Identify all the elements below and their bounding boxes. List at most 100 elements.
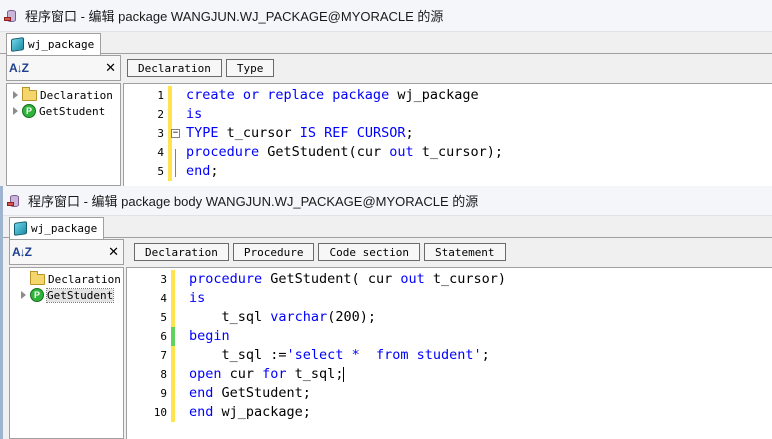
code-editor[interactable]: 1 create or replace package wj_package 2 is… xyxy=(123,83,772,186)
code-text: end; xyxy=(186,162,219,181)
expand-arrow-icon[interactable] xyxy=(12,91,19,99)
line-number: 3 xyxy=(160,273,167,286)
window-titlebar[interactable]: 程序窗口 - 编辑 package body WANGJUN.WJ_PACKAG… xyxy=(3,186,772,216)
code-line[interactable]: 1 create or replace package wj_package xyxy=(124,86,772,105)
keyword-token: is xyxy=(189,290,206,306)
statement-button[interactable]: Statement xyxy=(423,243,506,261)
tree-item-declaration[interactable]: Declaration xyxy=(10,270,123,287)
tab-label: wj_package xyxy=(31,222,98,235)
tree-item-label: Declaration xyxy=(48,272,121,286)
line-number: 8 xyxy=(160,368,167,381)
sort-az-icon[interactable]: A↓Z xyxy=(9,61,29,75)
package-body-window: 程序窗口 - 编辑 package body WANGJUN.WJ_PACKAG… xyxy=(0,186,772,439)
keyword-token: 'select * from student' xyxy=(286,347,482,363)
procedure-button[interactable]: Procedure xyxy=(232,243,315,261)
object-browser: A↓Z ✕ Declaration P GetStudent xyxy=(6,55,121,186)
code-line[interactable]: 9 end GetStudent; xyxy=(127,384,772,403)
code-token: ; xyxy=(481,347,490,363)
tab-strip: wj_package xyxy=(0,32,772,55)
expand-arrow-icon[interactable] xyxy=(20,291,27,299)
sort-az-icon[interactable]: A↓Z xyxy=(12,245,32,259)
close-icon[interactable]: ✕ xyxy=(108,245,119,260)
fold-toggle-icon[interactable]: − xyxy=(171,129,180,138)
change-marker xyxy=(171,327,175,346)
expand-arrow-icon[interactable] xyxy=(12,107,19,115)
code-line[interactable]: 10 end wj_package; xyxy=(127,403,772,422)
code-token: cur xyxy=(221,366,263,382)
code-token: GetStudent; xyxy=(213,385,311,401)
object-tree: Declaration P GetStudent xyxy=(6,83,121,186)
code-text: t_sql varchar(200); xyxy=(189,308,376,327)
tab-wj-package[interactable]: wj_package xyxy=(9,217,105,239)
code-token: t_sql; xyxy=(286,366,344,382)
code-line[interactable]: 6 begin xyxy=(127,327,772,346)
package-spec-window: 程序窗口 - 编辑 package WANGJUN.WJ_PACKAGE@MYO… xyxy=(0,0,772,186)
keyword-token: out xyxy=(400,271,425,287)
folder-icon xyxy=(30,270,45,285)
code-editor-pane: Declaration Procedure Code section State… xyxy=(126,239,772,439)
code-line[interactable]: 3− TYPE t_cursor IS REF CURSOR; xyxy=(124,124,772,143)
code-token: t_sql := xyxy=(189,347,287,363)
code-line[interactable]: 8 open cur for t_sql; xyxy=(127,365,772,384)
code-token: t_sql xyxy=(189,309,271,325)
code-text: end GetStudent; xyxy=(189,384,311,403)
declaration-button[interactable]: Declaration xyxy=(134,243,229,261)
code-token: GetStudent(cur xyxy=(259,144,390,160)
code-line[interactable]: 5 end; xyxy=(124,162,772,181)
tab-strip: wj_package xyxy=(3,216,772,239)
line-number: 1 xyxy=(157,89,164,102)
code-token: (200); xyxy=(327,309,376,325)
declaration-button[interactable]: Declaration xyxy=(127,59,222,77)
code-text: open cur for t_sql; xyxy=(189,365,345,384)
object-browser: A↓Z ✕ Declaration P GetStudent xyxy=(9,239,124,439)
keyword-token: end xyxy=(189,385,214,401)
code-editor-pane: Declaration Type 1 create or replace pack… xyxy=(123,55,772,186)
code-text: procedure GetStudent( cur out t_cursor) xyxy=(189,270,506,289)
code-text: end wj_package; xyxy=(189,403,311,422)
tab-label: wj_package xyxy=(28,38,95,51)
package-icon xyxy=(14,221,27,236)
change-marker xyxy=(168,86,172,105)
tree-item-label: GetStudent xyxy=(45,287,115,303)
window-title: 程序窗口 - 编辑 package body WANGJUN.WJ_PACKAG… xyxy=(28,194,479,209)
keyword-token: procedure xyxy=(189,271,263,287)
change-marker xyxy=(171,403,175,422)
window-title: 程序窗口 - 编辑 package WANGJUN.WJ_PACKAGE@MYO… xyxy=(25,9,444,24)
program-window-icon xyxy=(7,193,23,209)
code-line[interactable]: 3 procedure GetStudent( cur out t_cursor) xyxy=(127,270,772,289)
line-number: 5 xyxy=(160,311,167,324)
code-editor[interactable]: 3 procedure GetStudent( cur out t_cursor)… xyxy=(126,267,772,439)
tree-item-getstudent[interactable]: P GetStudent xyxy=(10,287,123,303)
line-number: 2 xyxy=(157,108,164,121)
type-button[interactable]: Type xyxy=(225,59,275,77)
change-marker xyxy=(171,289,175,308)
tree-item-declaration[interactable]: Declaration xyxy=(7,86,120,103)
change-marker xyxy=(171,365,175,384)
code-token: ; xyxy=(405,125,414,141)
tab-wj-package[interactable]: wj_package xyxy=(6,33,102,55)
change-marker xyxy=(171,308,175,327)
window-titlebar[interactable]: 程序窗口 - 编辑 package WANGJUN.WJ_PACKAGE@MYO… xyxy=(0,0,772,32)
procedure-icon: P xyxy=(22,104,36,118)
code-text: create or replace package wj_package xyxy=(186,86,479,105)
keyword-token: end xyxy=(186,163,211,179)
tree-item-getstudent[interactable]: P GetStudent xyxy=(7,103,120,119)
code-section-button[interactable]: Code section xyxy=(318,243,420,261)
tree-item-label: GetStudent xyxy=(39,104,106,118)
line-number: 4 xyxy=(160,292,167,305)
close-icon[interactable]: ✕ xyxy=(105,61,116,76)
line-number: 9 xyxy=(160,387,167,400)
keyword-token: open xyxy=(189,366,222,382)
code-line[interactable]: 2 is xyxy=(124,105,772,124)
change-marker xyxy=(168,105,172,124)
object-tree: Declaration P GetStudent xyxy=(9,267,124,439)
code-token: ; xyxy=(210,163,219,179)
code-line[interactable]: 7 t_sql :='select * from student'; xyxy=(127,346,772,365)
tree-item-label: Declaration xyxy=(40,88,113,102)
section-toolbar: Declaration Procedure Code section State… xyxy=(126,239,772,265)
code-line[interactable]: 4 is xyxy=(127,289,772,308)
code-token: t_cursor) xyxy=(424,271,506,287)
code-text: t_sql :='select * from student'; xyxy=(189,346,490,365)
code-line[interactable]: 4 procedure GetStudent(cur out t_cursor); xyxy=(124,143,772,162)
code-line[interactable]: 5 t_sql varchar(200); xyxy=(127,308,772,327)
